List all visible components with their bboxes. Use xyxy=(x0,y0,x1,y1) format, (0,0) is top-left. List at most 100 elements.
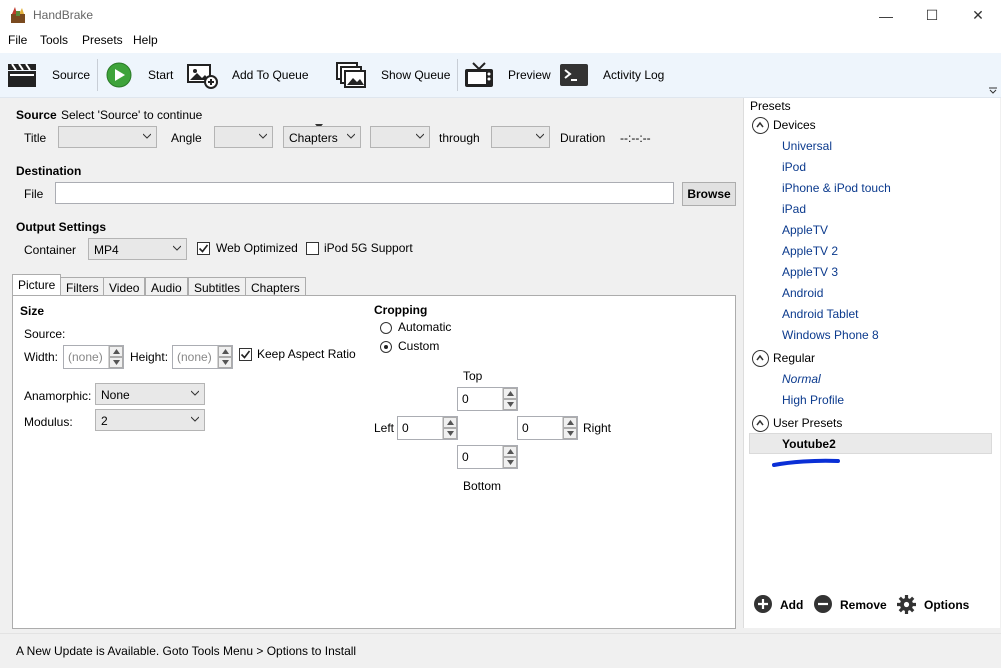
range-start-dropdown[interactable] xyxy=(370,126,430,148)
angle-dropdown[interactable] xyxy=(214,126,273,148)
range-end-dropdown[interactable] xyxy=(491,126,550,148)
minimize-button[interactable]: — xyxy=(863,0,909,31)
web-optimized-checkbox[interactable] xyxy=(197,242,210,255)
spin-up-icon[interactable] xyxy=(443,417,457,428)
crop-left-stepper[interactable]: 0 xyxy=(397,416,458,440)
tab-video[interactable]: Video xyxy=(103,277,146,296)
clapperboard-icon[interactable] xyxy=(6,61,38,89)
overflow-chevron-icon[interactable] xyxy=(989,86,997,94)
remove-circle-icon[interactable] xyxy=(813,594,833,614)
add-to-queue-icon[interactable] xyxy=(186,61,218,89)
crop-right-stepper[interactable]: 0 xyxy=(517,416,578,440)
status-message: A New Update is Available. Goto Tools Me… xyxy=(16,644,357,658)
keep-aspect-checkbox[interactable] xyxy=(239,348,252,361)
source-button[interactable]: Source xyxy=(52,68,90,82)
tab-subtitles[interactable]: Subtitles xyxy=(188,277,247,296)
container-dropdown[interactable]: MP4 xyxy=(88,238,187,260)
preset-universal[interactable]: Universal xyxy=(782,139,832,153)
preset-appletv-3[interactable]: AppleTV 3 xyxy=(782,265,838,279)
preset-ipad[interactable]: iPad xyxy=(782,202,806,216)
collapse-devices-icon[interactable] xyxy=(752,117,769,134)
preset-normal[interactable]: Normal xyxy=(782,372,821,386)
preset-android[interactable]: Android xyxy=(782,286,823,300)
height-placeholder: (none) xyxy=(177,350,212,364)
preview-button[interactable]: Preview xyxy=(508,68,551,82)
ipod-support-checkbox[interactable] xyxy=(306,242,319,255)
close-button[interactable]: ✕ xyxy=(955,0,1001,31)
spin-up-icon[interactable] xyxy=(218,346,232,357)
crop-left-value: 0 xyxy=(402,421,409,435)
spin-up-icon[interactable] xyxy=(563,417,577,428)
spin-down-icon[interactable] xyxy=(443,428,457,439)
height-spinner-arrows[interactable] xyxy=(217,346,232,368)
group-user-presets[interactable]: User Presets xyxy=(773,416,842,430)
add-preset-button[interactable]: Add xyxy=(780,598,803,612)
preset-youtube2[interactable]: Youtube2 xyxy=(782,437,836,451)
crop-top-arrows[interactable] xyxy=(502,388,517,410)
crop-right-arrows[interactable] xyxy=(562,417,577,439)
browse-button[interactable]: Browse xyxy=(682,182,736,206)
spin-down-icon[interactable] xyxy=(218,357,232,368)
destination-file-input[interactable] xyxy=(55,182,674,204)
title-dropdown[interactable] xyxy=(58,126,157,148)
spin-up-icon[interactable] xyxy=(109,346,123,357)
tab-audio[interactable]: Audio xyxy=(145,277,188,296)
add-circle-icon[interactable] xyxy=(753,594,773,614)
spin-down-icon[interactable] xyxy=(503,399,517,410)
chevron-down-icon xyxy=(347,133,355,139)
spin-down-icon[interactable] xyxy=(503,457,517,468)
spin-down-icon[interactable] xyxy=(563,428,577,439)
preset-iphone-ipod-touch[interactable]: iPhone & iPod touch xyxy=(782,181,891,195)
height-stepper[interactable]: (none) xyxy=(172,345,233,369)
spin-up-icon[interactable] xyxy=(503,446,517,457)
crop-top-stepper[interactable]: 0 xyxy=(457,387,518,411)
modulus-dropdown[interactable]: 2 xyxy=(95,409,205,431)
chevron-down-icon xyxy=(259,133,267,139)
gear-icon[interactable] xyxy=(896,594,917,615)
preset-appletv-2[interactable]: AppleTV 2 xyxy=(782,244,838,258)
crop-bottom-arrows[interactable] xyxy=(502,446,517,468)
anamorphic-dropdown[interactable]: None xyxy=(95,383,205,405)
show-queue-icon[interactable] xyxy=(335,61,367,89)
preset-ipod[interactable]: iPod xyxy=(782,160,806,174)
preset-windows-phone-8[interactable]: Windows Phone 8 xyxy=(782,328,879,342)
menu-presets[interactable]: Presets xyxy=(82,33,123,47)
crop-bottom-stepper[interactable]: 0 xyxy=(457,445,518,469)
automatic-radio[interactable] xyxy=(380,322,392,334)
tab-chapters[interactable]: Chapters xyxy=(245,277,306,296)
show-queue-button[interactable]: Show Queue xyxy=(381,68,450,82)
collapse-regular-icon[interactable] xyxy=(752,350,769,367)
activity-log-button[interactable]: Activity Log xyxy=(603,68,664,82)
range-type-dropdown[interactable]: Chapters xyxy=(283,126,361,148)
preset-high-profile[interactable]: High Profile xyxy=(782,393,844,407)
tab-filters[interactable]: Filters xyxy=(60,277,105,296)
collapse-user-presets-icon[interactable] xyxy=(752,415,769,432)
preset-android-tablet[interactable]: Android Tablet xyxy=(782,307,859,321)
menu-file[interactable]: File xyxy=(8,33,27,47)
preset-appletv[interactable]: AppleTV xyxy=(782,223,828,237)
menu-help[interactable]: Help xyxy=(133,33,158,47)
width-spinner-arrows[interactable] xyxy=(108,346,123,368)
width-stepper[interactable]: (none) xyxy=(63,345,124,369)
menu-tools[interactable]: Tools xyxy=(40,33,68,47)
crop-left-arrows[interactable] xyxy=(442,417,457,439)
crop-top-label: Top xyxy=(463,369,483,383)
spin-up-icon[interactable] xyxy=(503,388,517,399)
options-button[interactable]: Options xyxy=(924,598,969,612)
group-regular[interactable]: Regular xyxy=(773,351,815,365)
group-devices[interactable]: Devices xyxy=(773,118,816,132)
start-play-icon[interactable] xyxy=(104,61,136,89)
maximize-button[interactable]: ☐ xyxy=(909,0,955,31)
spin-down-icon[interactable] xyxy=(109,357,123,368)
add-to-queue-button[interactable]: Add To Queue xyxy=(232,68,309,82)
crop-top-value: 0 xyxy=(462,392,469,406)
tv-preview-icon[interactable] xyxy=(463,61,495,89)
custom-radio[interactable] xyxy=(380,341,392,353)
start-button[interactable]: Start xyxy=(148,68,173,82)
chevron-down-icon xyxy=(191,416,199,422)
terminal-icon[interactable] xyxy=(558,61,590,89)
remove-preset-button[interactable]: Remove xyxy=(840,598,887,612)
title-label: Title xyxy=(24,131,47,145)
tab-picture[interactable]: Picture xyxy=(12,274,62,297)
container-value: MP4 xyxy=(94,243,119,257)
